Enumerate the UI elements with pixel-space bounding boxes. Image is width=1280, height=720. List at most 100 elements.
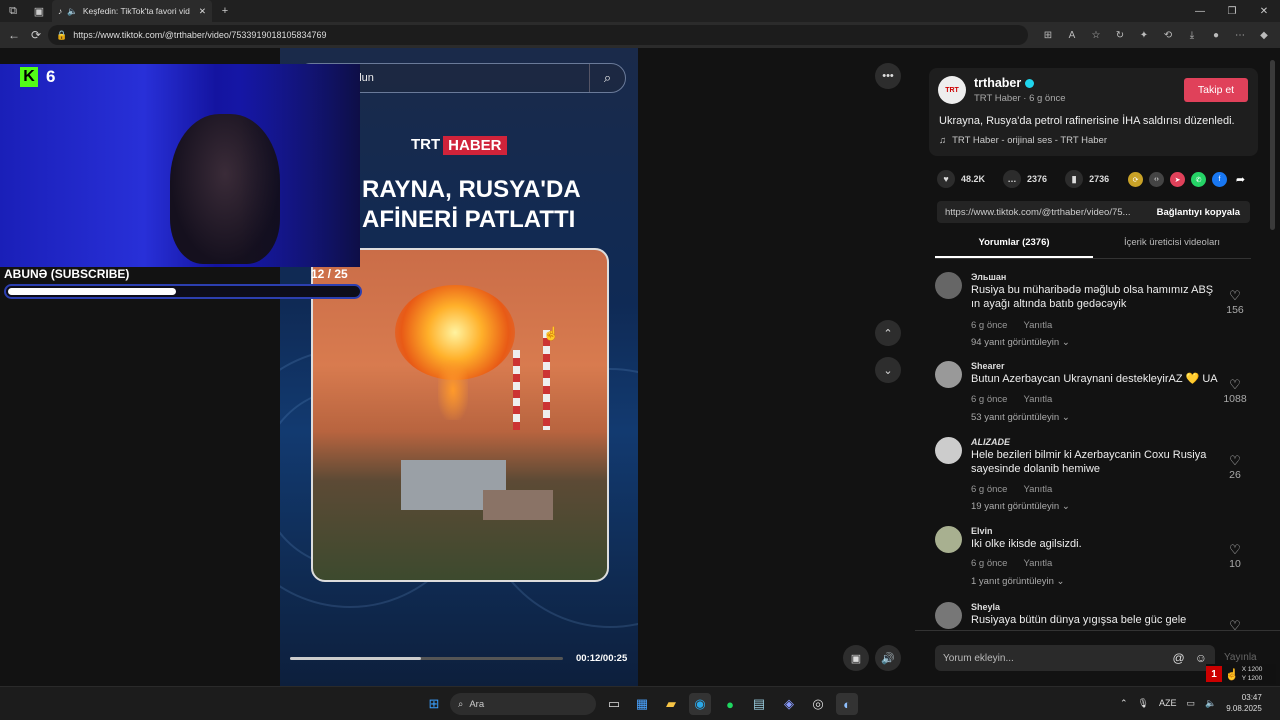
comment-username[interactable]: Shearer (971, 361, 1005, 371)
downloads-icon[interactable]: ⤓ (1180, 23, 1204, 47)
comment-avatar[interactable] (935, 602, 962, 629)
input-divider (915, 630, 1280, 631)
previous-video-button[interactable]: ⌃ (875, 320, 901, 346)
tab-creator-videos[interactable]: İçerik üreticisi videoları (1093, 237, 1251, 248)
view-replies-button[interactable]: 94 yanıt görüntüleyin ⌄ (971, 337, 1070, 348)
send-icon[interactable]: ➤ (1170, 172, 1185, 187)
author-name-row[interactable]: trthaber (974, 76, 1035, 90)
share-arrow-icon[interactable]: ➦ (1233, 172, 1248, 187)
comment-username[interactable]: Sheyla (971, 602, 1000, 612)
restore-button[interactable]: ❐ (1216, 0, 1248, 22)
url-field[interactable]: 🔒 https://www.tiktok.com/@trthaber/video… (48, 25, 1028, 45)
read-aloud-icon[interactable]: A (1060, 23, 1084, 47)
comment-like-count: 156 (1226, 304, 1244, 316)
workspaces-icon[interactable]: ⧉ (0, 0, 26, 22)
refresh-extension-icon[interactable]: ↻ (1108, 23, 1132, 47)
widgets-icon[interactable]: ▦ (631, 693, 653, 715)
comment-like[interactable]: ♡ (1223, 618, 1247, 630)
reply-button[interactable]: Yanıtla (1023, 394, 1052, 405)
new-tab-button[interactable]: + (212, 0, 238, 22)
reply-button[interactable]: Yanıtla (1023, 558, 1052, 569)
browser-tab[interactable]: ♪ 🔈 Keşfedin: TikTok'ta favori vid ✕ (52, 0, 212, 22)
post-comment-button[interactable]: Yayınla (1224, 652, 1257, 663)
github-icon[interactable]: ◎ (807, 693, 829, 715)
tab-actions-icon[interactable]: ▣ (26, 0, 52, 22)
tab-divider (935, 258, 1251, 259)
refresh-button[interactable]: ⟳ (26, 23, 46, 47)
spotify-icon[interactable]: ● (719, 693, 741, 715)
embed-icon[interactable]: ‹› (1149, 172, 1164, 187)
copy-link-button[interactable]: Bağlantıyı kopyala (1147, 207, 1250, 218)
comment-like[interactable]: ♡ 156 (1223, 288, 1247, 316)
fire-stem (438, 360, 468, 420)
sidebar-scrollbar[interactable] (1270, 60, 1275, 230)
search-icon[interactable]: ⌕ (589, 64, 625, 92)
post-sound[interactable]: ♫ TRT Haber - orijinal ses - TRT Haber (939, 135, 1107, 146)
network-icon[interactable]: ▭ (1187, 698, 1196, 709)
tab-audio-icon[interactable]: 🔈 (67, 6, 78, 17)
taskbar-search[interactable]: ⌕ Ara (450, 693, 596, 715)
more-menu-icon[interactable]: ⋯ (1228, 23, 1252, 47)
comment-username[interactable]: Эльшан (971, 272, 1006, 282)
volume-icon[interactable]: 🔊 (875, 645, 901, 671)
repost-icon[interactable]: ⟳ (1128, 172, 1143, 187)
facebook-icon[interactable]: f (1212, 172, 1227, 187)
language-indicator[interactable]: AZE (1159, 698, 1177, 708)
reply-button[interactable]: Yanıtla (1023, 484, 1052, 495)
microphone-icon[interactable]: 🎙 (1138, 698, 1149, 709)
comment-avatar[interactable] (935, 437, 962, 464)
reply-button[interactable]: Yanıtla (1023, 320, 1052, 331)
app-available-icon[interactable]: ⊞ (1036, 23, 1060, 47)
site-info-icon[interactable]: 🔒 (56, 30, 67, 41)
profile-avatar[interactable]: ● (1204, 23, 1228, 47)
next-video-button[interactable]: ⌄ (875, 357, 901, 383)
tab-comments[interactable]: Yorumlar (2376) (935, 237, 1093, 248)
extensions-icon[interactable]: ✦ (1132, 23, 1156, 47)
save-stat[interactable]: ▮ 2736 (1065, 170, 1109, 188)
start-icon[interactable]: ⊞ (423, 693, 445, 715)
tab-close-icon[interactable]: ✕ (199, 6, 206, 17)
comment-icon: … (1003, 170, 1022, 188)
comment-like[interactable]: ♡ 1088 (1223, 377, 1247, 405)
tray-chevron-icon[interactable]: ⌃ (1120, 698, 1128, 709)
comment-item: Elvin Iki olke ikisde agilsizdi. 6 g önc… (935, 526, 1255, 588)
task-view-icon[interactable]: ▭ (603, 693, 625, 715)
file-explorer-icon[interactable]: ▰ (660, 693, 682, 715)
copilot-icon[interactable]: ◆ (1252, 23, 1276, 47)
floating-player-icon[interactable]: ▣ (843, 645, 869, 671)
heart-outline-icon: ♡ (1229, 453, 1241, 468)
view-replies-button[interactable]: 19 yanıt görüntüleyin ⌄ (971, 501, 1070, 512)
history-icon[interactable]: ⟲ (1156, 23, 1180, 47)
photos-app-icon[interactable]: ▤ (748, 693, 770, 715)
discord-icon[interactable]: ◈ (778, 693, 800, 715)
close-window-button[interactable]: ✕ (1248, 0, 1280, 22)
comment-avatar[interactable] (935, 361, 962, 388)
comment-username[interactable]: ALIZADE (971, 437, 1010, 447)
like-stat[interactable]: ♥ 48.2K (937, 170, 985, 188)
view-replies-button[interactable]: 1 yanıt görüntüleyin ⌄ (971, 576, 1065, 587)
comment-avatar[interactable] (935, 526, 962, 553)
comment-stat[interactable]: … 2376 (1003, 170, 1047, 188)
speaker-icon[interactable]: 🔈 (1205, 698, 1216, 709)
comment-avatar[interactable] (935, 272, 962, 299)
tab-title: Keşfedin: TikTok'ta favori vid (82, 6, 190, 16)
more-options-icon[interactable]: ••• (875, 63, 901, 89)
whatsapp-icon[interactable]: ✆ (1191, 172, 1206, 187)
comment-username[interactable]: Elvin (971, 526, 993, 536)
mouse-cursor-icon: ☝ (543, 326, 560, 341)
follow-button[interactable]: Takip et (1184, 78, 1248, 102)
comment-like[interactable]: ♡ 10 (1223, 542, 1247, 570)
view-replies-button[interactable]: 53 yanıt görüntüleyin ⌄ (971, 412, 1070, 423)
mention-icon[interactable]: @ (1173, 651, 1185, 665)
video-progress-bar[interactable] (290, 657, 563, 660)
author-avatar[interactable]: TRT (938, 76, 966, 104)
edge-icon[interactable]: ◉ (689, 693, 711, 715)
steam-icon[interactable]: ◐ (836, 693, 858, 715)
comment-input[interactable]: Yorum ekleyin... @ ☺ (935, 645, 1215, 671)
clock[interactable]: 03:47 9.08.2025 (1226, 692, 1262, 714)
back-button[interactable]: ← (4, 23, 24, 47)
minimize-button[interactable]: — (1184, 0, 1216, 22)
comment-like[interactable]: ♡ 26 (1223, 453, 1247, 481)
emoji-icon[interactable]: ☺ (1195, 651, 1207, 665)
favorite-star-icon[interactable]: ☆ (1084, 23, 1108, 47)
